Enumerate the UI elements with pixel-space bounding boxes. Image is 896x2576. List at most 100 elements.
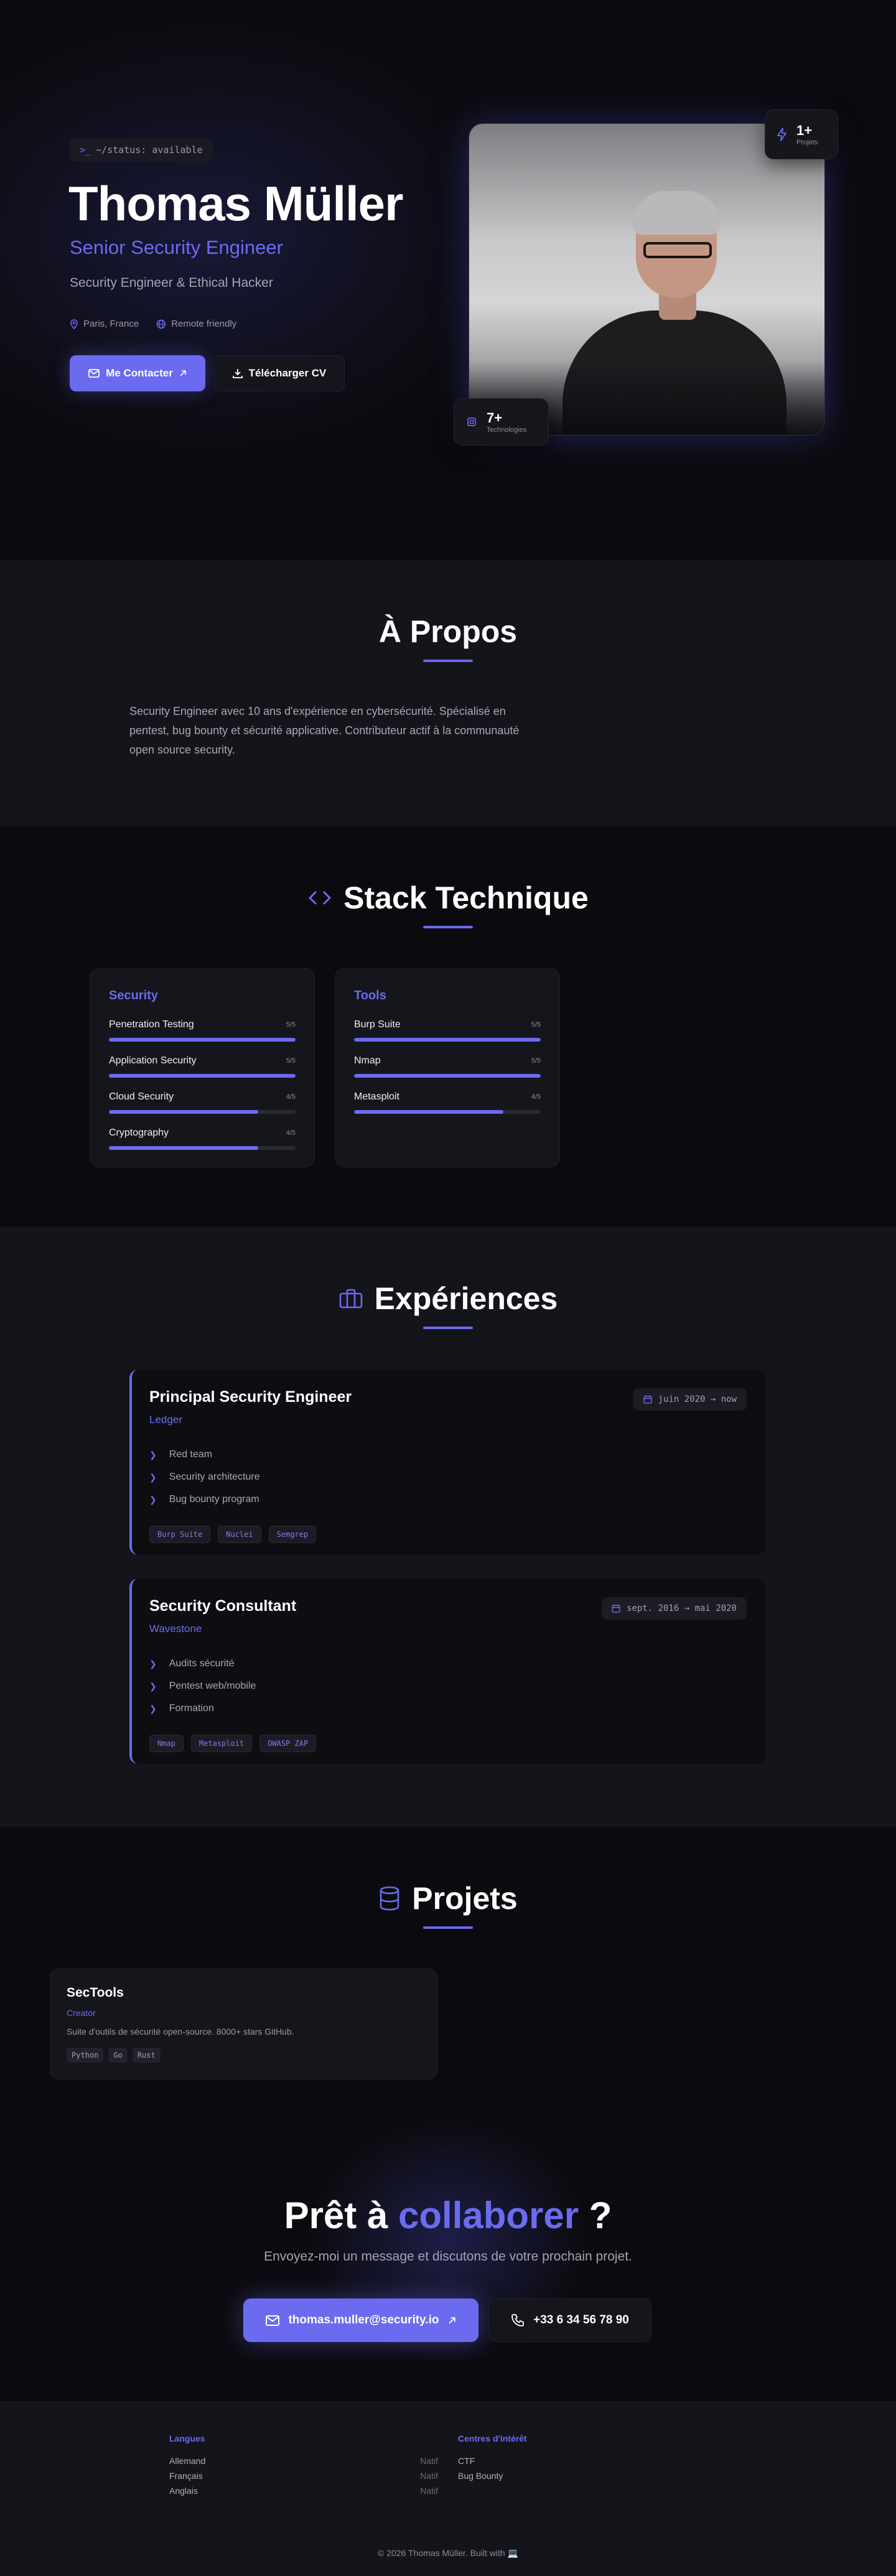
experience-bullet: ❯ Red team	[149, 1449, 213, 1460]
hero-tagline: Security Engineer & Ethical Hacker	[70, 276, 273, 290]
title-underline	[423, 926, 473, 928]
projects-title: Projets	[0, 1880, 896, 1916]
project-tag: Rust	[132, 2048, 161, 2063]
tech-tag: Nuclei	[218, 1526, 261, 1543]
email-text: thomas.muller@security.io	[288, 2313, 439, 2326]
skill-bar	[354, 1038, 541, 1042]
cta-section: Prêt à collaborer ? Envoyez-moi un messa…	[0, 2116, 896, 2402]
tech-tag: Burp Suite	[149, 1526, 211, 1543]
about-title: À Propos	[378, 614, 518, 649]
hero-meta: Paris, France Remote friendly	[70, 319, 236, 329]
code-icon	[309, 891, 331, 905]
projects-label: Projets	[796, 139, 818, 146]
experience-bullets: ❯ Red team ❯ Security architecture ❯ Bug boun…	[149, 1444, 747, 1511]
status-text: ~/status: available	[96, 144, 203, 156]
project-name: SecTools	[67, 1986, 124, 2000]
email-button[interactable]: thomas.muller@security.io	[243, 2298, 478, 2342]
project-tag: Go	[108, 2048, 128, 2063]
experience-company: Ledger	[149, 1414, 182, 1426]
chevron-right-icon: ❯	[149, 1449, 157, 1460]
footer: Langues Allemand Natif Français Natif Angl…	[0, 2402, 896, 2576]
skill-name: Application Security	[109, 1055, 197, 1066]
remote-item: Remote friendly	[156, 319, 236, 329]
copyright: © 2026 Thomas Müller. Built with 💻	[378, 2548, 518, 2558]
skill-level: 4/5	[286, 1093, 296, 1101]
project-tag: Python	[67, 2048, 104, 2063]
arrow-up-right-icon	[180, 370, 186, 376]
tech-count: 7+	[487, 410, 503, 426]
project-description: Suite d'outils de sécurité open-source. …	[67, 2027, 294, 2037]
skill-category-title: Tools	[354, 989, 386, 1002]
language-row: Allemand Natif	[169, 2456, 438, 2466]
chevron-right-icon: ❯	[149, 1658, 157, 1669]
experience-bullet: ❯ Security architecture	[149, 1472, 260, 1482]
title-underline	[423, 1327, 473, 1329]
skill-bar-fill	[109, 1038, 296, 1042]
about-text: Security Engineer avec 10 ans d'expérien…	[129, 705, 520, 756]
cta-title: Prêt à collaborer ?	[284, 2195, 612, 2236]
experience-card: Principal Security Engineer Ledger juin 20…	[129, 1370, 765, 1555]
experience-section: Expériences Principal Security Engineer L…	[0, 1227, 896, 1827]
briefcase-icon	[339, 1289, 362, 1309]
experience-company: Wavestone	[149, 1623, 202, 1635]
stack-section: Stack Technique Security Penetration Tes…	[0, 826, 896, 1227]
tech-tag: Semgrep	[268, 1526, 317, 1543]
mail-icon	[266, 2315, 280, 2326]
skill-bar-fill	[354, 1074, 541, 1078]
contact-button[interactable]: Me Contacter	[70, 355, 205, 391]
tech-tag: Metasploit	[190, 1735, 253, 1752]
skill-level: 4/5	[531, 1093, 541, 1101]
terminal-icon: >_	[80, 144, 91, 156]
download-cv-button[interactable]: Télécharger CV	[214, 355, 345, 391]
experience-title: Expériences	[0, 1281, 896, 1317]
title-underline	[423, 1926, 473, 1929]
skill-bar-fill	[109, 1074, 296, 1078]
phone-text: +33 6 34 56 78 90	[533, 2313, 629, 2326]
phone-button[interactable]: +33 6 34 56 78 90	[488, 2298, 651, 2342]
skill-bar	[109, 1146, 296, 1150]
tech-tag: OWASP ZAP	[259, 1735, 317, 1752]
hero-name: Thomas Müller	[68, 176, 403, 231]
skill-bar	[354, 1074, 541, 1078]
skill-bar-fill	[354, 1038, 541, 1042]
language-row: Anglais Natif	[169, 2486, 438, 2496]
title-underline	[423, 660, 473, 662]
skill-name: Cloud Security	[109, 1091, 174, 1102]
skill-bar	[354, 1110, 541, 1114]
interest-row: CTF	[458, 2456, 475, 2466]
skill-row: Metasploit 4/5	[354, 1091, 541, 1114]
skill-card-tools: Tools Burp Suite 5/5 Nmap 5/5 Metasploit 4/5	[335, 968, 560, 1167]
download-icon	[232, 369, 243, 378]
tech-tag: Nmap	[149, 1735, 184, 1752]
interests-title: Centres d'intérêt	[458, 2434, 527, 2443]
skill-card-security: Security Penetration Testing 5/5 Applicati…	[90, 968, 315, 1167]
hero-role: Senior Security Engineer	[70, 236, 283, 258]
skill-bar	[109, 1038, 296, 1042]
experience-tags: Burp Suite Nuclei Semgrep	[149, 1526, 747, 1543]
skill-name: Cryptography	[109, 1127, 169, 1138]
skill-row: Cloud Security 4/5	[109, 1091, 296, 1114]
location-item: Paris, France	[70, 319, 139, 329]
chevron-right-icon: ❯	[149, 1494, 157, 1505]
skill-name: Penetration Testing	[109, 1019, 194, 1030]
language-row: Français Natif	[169, 2471, 438, 2481]
tech-label: Technologies	[487, 426, 527, 434]
mail-icon	[88, 369, 100, 378]
languages-title: Langues	[169, 2434, 205, 2443]
chevron-right-icon: ❯	[149, 1703, 157, 1714]
about-section: À Propos Security Engineer avec 10 ans d…	[0, 560, 896, 826]
database-icon	[380, 1886, 399, 1911]
experience-bullet: ❯ Pentest web/mobile	[149, 1681, 256, 1691]
experience-date: juin 2020 → now	[633, 1388, 747, 1411]
interest-row: Bug Bounty	[458, 2471, 503, 2481]
tech-stat-card: 7+ Technologies	[454, 398, 549, 446]
cpu-icon	[467, 418, 476, 426]
project-card[interactable]: SecTools Creator Suite d'outils de sécur…	[50, 1969, 437, 2079]
experience-bullets: ❯ Audits sécurité ❯ Pentest web/mobile ❯ Form…	[149, 1653, 747, 1720]
chevron-right-icon: ❯	[149, 1681, 157, 1691]
contact-button-label: Me Contacter	[106, 367, 173, 379]
skill-bar	[109, 1110, 296, 1114]
calendar-icon	[612, 1604, 620, 1613]
projects-stat-card: 1+ Projets	[765, 110, 838, 159]
map-pin-icon	[70, 319, 78, 329]
